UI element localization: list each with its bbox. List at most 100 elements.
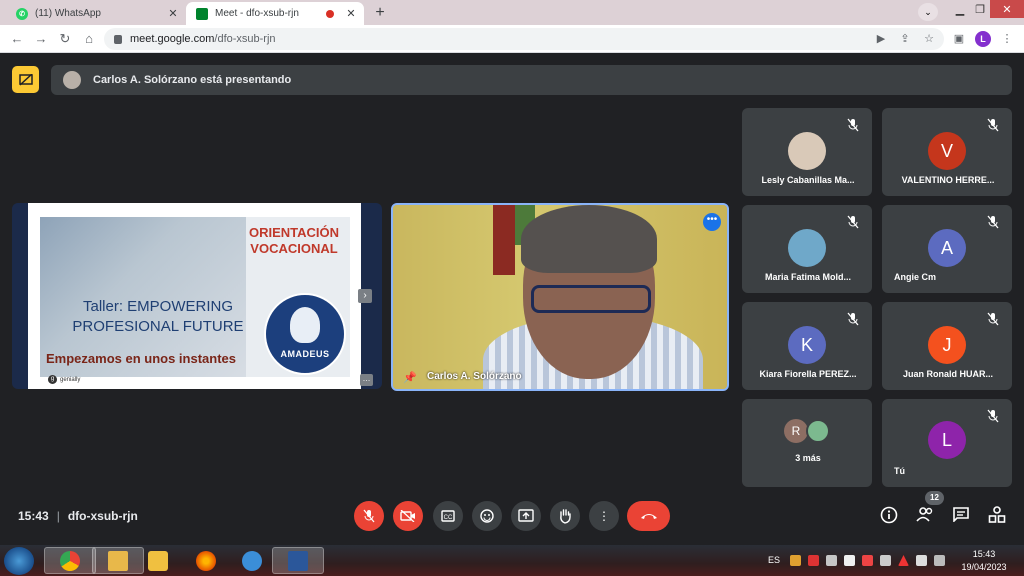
slide-title-line2: VOCACIONAL: [250, 241, 338, 256]
participant-photo: [788, 229, 826, 267]
participant-avatar: K: [788, 326, 826, 364]
next-slide-icon[interactable]: ›: [358, 289, 372, 303]
person-hair: [521, 205, 657, 273]
menu-icon[interactable]: ⋮: [999, 31, 1015, 47]
participant-avatar: L: [928, 421, 966, 459]
mic-off-icon: [847, 215, 859, 229]
more-vert-icon: ⋮: [598, 509, 610, 523]
forward-icon[interactable]: →: [32, 30, 50, 48]
whatsapp-icon: ✆: [16, 7, 28, 20]
close-tab-icon[interactable]: ✕: [344, 7, 358, 20]
people-icon[interactable]: [915, 506, 935, 526]
participant-name: VALENTINO HERRE...: [901, 175, 995, 185]
volume-icon[interactable]: [880, 555, 891, 566]
genially-icon: g: [48, 375, 57, 384]
activities-icon[interactable]: [987, 506, 1007, 526]
participant-avatar: V: [928, 132, 966, 170]
participant-name: Maria Fatima Mold...: [764, 272, 851, 282]
camera-toggle-button[interactable]: [393, 501, 423, 531]
genially-brand: g genially: [48, 375, 80, 384]
tray-app-icon[interactable]: [862, 555, 873, 566]
tab-meet[interactable]: Meet - dfo-xsub-rjn ✕: [186, 2, 364, 25]
self-tile[interactable]: L Tú: [882, 399, 1012, 487]
start-button[interactable]: [4, 547, 34, 575]
meeting-details-icon[interactable]: [879, 506, 899, 526]
taskbar-media[interactable]: [132, 547, 184, 574]
meeting-info: 15:43 | dfo-xsub-rjn: [18, 509, 138, 523]
taskbar-clock[interactable]: 15:43 19/04/2023: [960, 548, 1008, 574]
participant-photo: [806, 419, 830, 443]
tray-app-icon[interactable]: [826, 555, 837, 566]
participant-tile[interactable]: Maria Fatima Mold...: [742, 205, 872, 293]
tray-app-icon[interactable]: [934, 555, 945, 566]
url-path: /dfo-xsub-rjn: [214, 33, 276, 45]
presenting-banner: Carlos A. Solórzano está presentando: [51, 65, 1012, 95]
participant-name: Tú: [894, 466, 905, 476]
reactions-button[interactable]: [472, 501, 502, 531]
taskbar-firefox[interactable]: [180, 547, 232, 574]
camera-icon[interactable]: ▶: [873, 31, 889, 47]
participant-tile[interactable]: A Angie Cm: [882, 205, 1012, 293]
stop-presenting-icon[interactable]: [12, 66, 39, 93]
url-field[interactable]: meet.google.com/dfo-xsub-rjn: [104, 28, 944, 50]
participant-tile[interactable]: Lesly Cabanillas Ma...: [742, 108, 872, 196]
meeting-code: dfo-xsub-rjn: [67, 509, 138, 523]
new-tab-button[interactable]: +: [370, 4, 390, 22]
folder-icon: [108, 550, 128, 571]
participant-avatar: J: [928, 326, 966, 364]
raise-hand-button[interactable]: [550, 501, 580, 531]
genially-label: genially: [60, 376, 81, 383]
profile-avatar[interactable]: L: [975, 31, 991, 47]
participant-tile[interactable]: J Juan Ronald HUAR...: [882, 302, 1012, 390]
mic-off-icon: [363, 509, 375, 523]
chat-icon[interactable]: [951, 506, 971, 526]
tab-whatsapp[interactable]: ✆ (11) WhatsApp ✕: [6, 2, 186, 25]
back-icon[interactable]: ←: [8, 30, 26, 48]
taskbar-word[interactable]: [272, 547, 324, 574]
tab-title: Meet - dfo-xsub-rjn: [215, 8, 299, 19]
pin-icon[interactable]: 📌: [403, 371, 417, 384]
more-participants-tile[interactable]: R 3 más: [742, 399, 872, 487]
tray-app-icon[interactable]: [844, 555, 855, 566]
slide-more-icon[interactable]: …: [360, 374, 373, 386]
slide-title: ORIENTACIÓN VOCACIONAL: [244, 225, 344, 257]
reload-icon[interactable]: ↻: [56, 30, 74, 48]
tab-search-icon[interactable]: ⌄: [918, 3, 938, 21]
slide-title-line1: ORIENTACIÓN: [248, 225, 340, 240]
participant-name: Angie Cm: [894, 272, 937, 282]
tab-title: (11) WhatsApp: [35, 8, 101, 19]
participant-name: Juan Ronald HUAR...: [902, 369, 993, 379]
tile-more-options-icon[interactable]: •••: [703, 213, 721, 231]
network-icon[interactable]: [916, 555, 927, 566]
bookmark-star-icon[interactable]: ☆: [921, 31, 937, 47]
participant-tile[interactable]: V VALENTINO HERRE...: [882, 108, 1012, 196]
mic-off-icon: [987, 312, 999, 326]
emoji-icon: [480, 509, 494, 523]
screen-share-tile[interactable]: ORIENTACIÓN VOCACIONAL Taller: EMPOWERIN…: [12, 203, 382, 389]
more-count: 3 más: [795, 453, 821, 463]
language-indicator[interactable]: ES: [768, 555, 780, 565]
participant-tile[interactable]: K Kiara Fiorella PEREZ...: [742, 302, 872, 390]
presenter-camera-tile[interactable]: 📌 Carlos A. Solórzano •••: [391, 203, 729, 391]
participant-name: Kiara Fiorella PEREZ...: [759, 369, 857, 379]
close-tab-icon[interactable]: ✕: [166, 7, 180, 20]
svg-text:CC: CC: [444, 515, 453, 521]
mic-toggle-button[interactable]: [354, 501, 384, 531]
mic-off-icon: [847, 118, 859, 132]
close-window-icon[interactable]: ✕: [990, 0, 1024, 18]
more-options-button[interactable]: ⋮: [589, 501, 619, 531]
taskbar-ie[interactable]: [226, 547, 278, 574]
present-button[interactable]: [511, 501, 541, 531]
mic-off-icon: [987, 118, 999, 132]
home-icon[interactable]: ⌂: [80, 30, 98, 48]
present-screen-icon: [518, 509, 534, 522]
side-panel-icon[interactable]: ▣: [951, 31, 967, 47]
tray-app-icon[interactable]: [808, 555, 819, 566]
taskbar-chrome[interactable]: [44, 547, 96, 574]
separator: |: [56, 509, 60, 523]
leave-call-button[interactable]: [627, 501, 670, 531]
tray-app-icon[interactable]: [790, 555, 801, 566]
browser-tab-strip: ✆ (11) WhatsApp ✕ Meet - dfo-xsub-rjn ✕ …: [0, 0, 1024, 25]
share-icon[interactable]: ⇪: [897, 31, 913, 47]
captions-button[interactable]: CC: [433, 501, 463, 531]
